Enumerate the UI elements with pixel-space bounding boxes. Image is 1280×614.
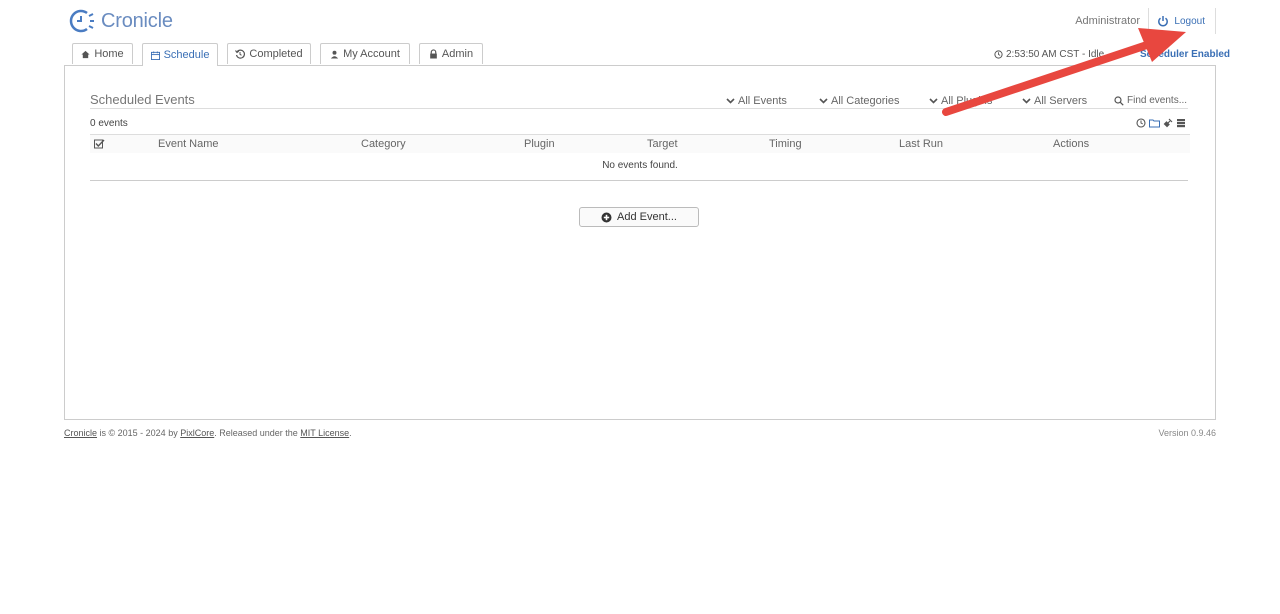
footer-version: Version 0.9.46 — [1158, 428, 1216, 438]
filter-label: All Categories — [831, 95, 900, 107]
column-header[interactable]: Plugin — [524, 138, 555, 150]
search-events-input[interactable]: Find events... — [1114, 95, 1187, 106]
status-clock: 2:53:50 AM CST - Idle — [994, 49, 1104, 60]
filter-all-plugins[interactable]: All Plugins — [929, 95, 992, 107]
user-name[interactable]: Administrator — [1075, 15, 1140, 27]
footer-text: . — [349, 428, 352, 438]
power-icon — [1158, 16, 1169, 27]
column-header[interactable]: Category — [361, 138, 406, 150]
plus-circle-icon — [601, 212, 612, 222]
filter-label: All Plugins — [941, 95, 993, 107]
app-title: Cronicle — [101, 9, 173, 32]
clock-icon — [994, 50, 1003, 59]
tab-label: My Account — [343, 48, 400, 60]
tab-completed[interactable]: Completed — [227, 43, 311, 64]
filter-all-servers[interactable]: All Servers — [1022, 95, 1087, 107]
logout-button[interactable]: Logout — [1148, 8, 1216, 34]
column-header[interactable]: Event Name — [158, 138, 219, 150]
tab-label: Admin — [441, 48, 474, 60]
main-panel — [64, 65, 1216, 420]
chevron-down-icon — [819, 98, 828, 104]
divider — [90, 108, 1188, 109]
header: Cronicle Administrator Logout — [64, 0, 1216, 44]
chevron-down-icon — [1022, 98, 1031, 104]
tab-label: Schedule — [163, 49, 210, 61]
lock-icon — [430, 49, 437, 59]
footer-text: . Released under the — [214, 428, 301, 438]
tab-schedule[interactable]: Schedule — [142, 43, 218, 66]
search-icon — [1114, 95, 1124, 106]
column-header[interactable]: Last Run — [899, 138, 943, 150]
tab-my-account[interactable]: My Account — [320, 43, 410, 64]
column-header[interactable]: Actions — [1053, 138, 1089, 150]
app-logo[interactable]: Cronicle — [67, 7, 173, 35]
cronicle-logo-icon — [69, 9, 94, 33]
event-count: 0 events — [90, 118, 128, 129]
folder-icon[interactable] — [1149, 118, 1160, 128]
column-header[interactable]: Target — [647, 138, 678, 150]
divider — [90, 180, 1188, 181]
server-icon[interactable] — [1176, 118, 1186, 128]
checkbox-icon[interactable] — [94, 139, 105, 149]
table-controls — [1136, 118, 1186, 128]
add-event-label: Add Event... — [617, 211, 677, 223]
chevron-down-icon — [929, 98, 938, 104]
calendar-icon — [150, 50, 160, 60]
scheduler-status[interactable]: Scheduler Enabled — [1140, 49, 1230, 60]
footer-text: is © 2015 - 2024 by — [97, 428, 181, 438]
events-table-header: Event Name Category Plugin Target Timing… — [90, 134, 1190, 153]
footer-company-link[interactable]: PixlCore — [180, 428, 214, 438]
history-icon — [235, 49, 246, 59]
logout-label: Logout — [1174, 15, 1205, 27]
filter-label: All Servers — [1034, 95, 1088, 107]
add-event-button[interactable]: Add Event... — [579, 207, 699, 227]
filter-label: All Events — [738, 95, 787, 107]
home-icon — [81, 50, 90, 58]
tab-label: Home — [94, 48, 124, 60]
tab-label: Completed — [249, 48, 303, 60]
filter-all-categories[interactable]: All Categories — [819, 95, 899, 107]
tab-home[interactable]: Home — [72, 43, 133, 64]
status-time: 2:53:50 AM CST - Idle — [1006, 49, 1105, 60]
clock-icon[interactable] — [1136, 118, 1146, 128]
search-placeholder: Find events... — [1127, 95, 1188, 106]
section-title: Scheduled Events — [90, 92, 195, 107]
chevron-down-icon — [726, 98, 735, 104]
footer-product-link[interactable]: Cronicle — [64, 428, 97, 438]
tab-admin[interactable]: Admin — [419, 43, 483, 64]
plug-icon[interactable] — [1163, 118, 1173, 128]
column-header[interactable]: Timing — [769, 138, 802, 150]
footer-copyright: Cronicle is © 2015 - 2024 by PixlCore. R… — [64, 428, 352, 438]
user-icon — [330, 50, 339, 59]
footer-license-link[interactable]: MIT License — [300, 428, 349, 438]
filter-all-events[interactable]: All Events — [726, 95, 787, 107]
empty-message: No events found. — [602, 160, 678, 171]
